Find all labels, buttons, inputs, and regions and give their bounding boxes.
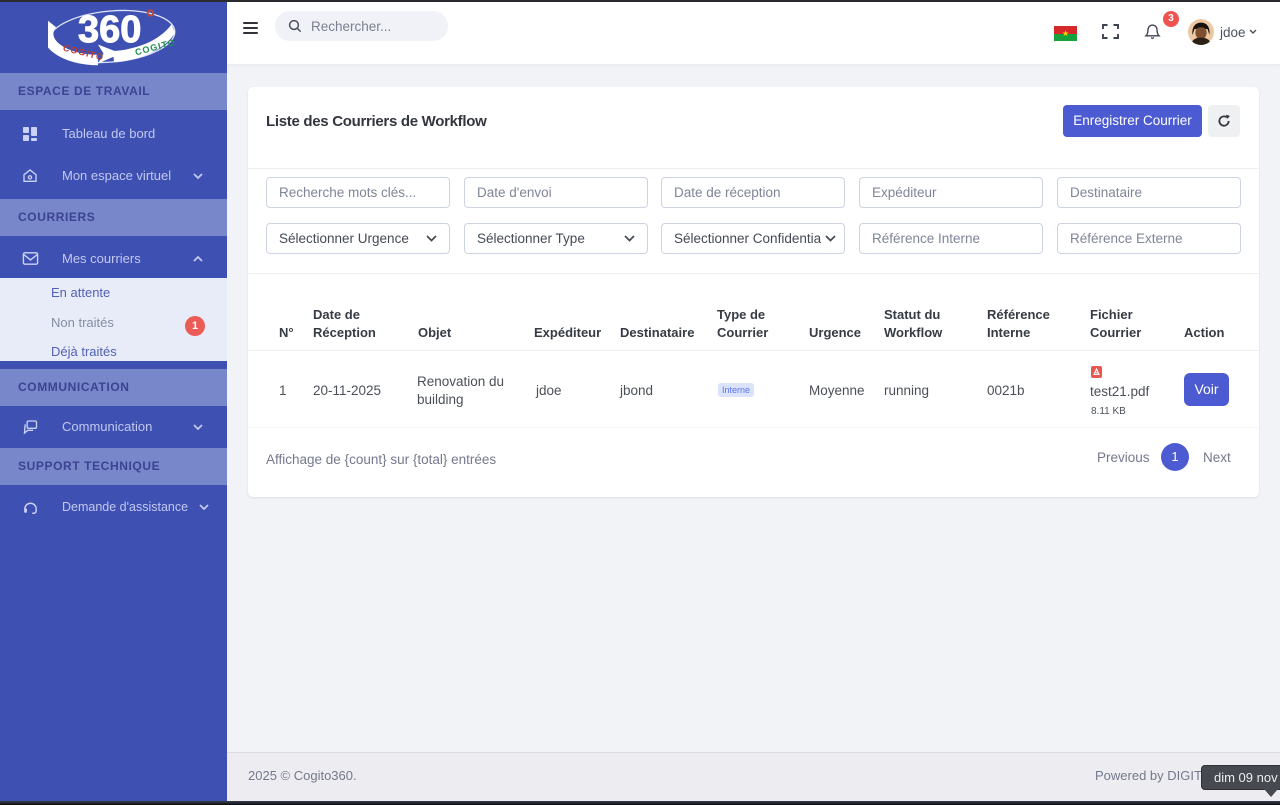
- svg-text:360: 360: [78, 9, 141, 51]
